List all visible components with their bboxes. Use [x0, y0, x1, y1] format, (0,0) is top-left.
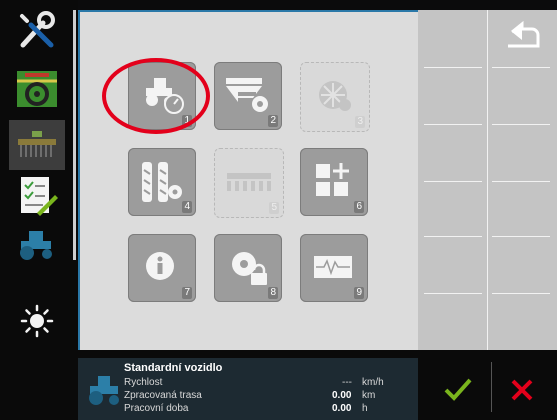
- panel-divider: [424, 124, 482, 125]
- panel-divider: [424, 293, 482, 294]
- cancel-button[interactable]: [504, 372, 540, 408]
- vehicle-info-panel: Standardní vozidlo Rychlost Zpracovaná t…: [78, 358, 418, 420]
- panel-divider: [492, 236, 550, 237]
- brightness-button[interactable]: [9, 296, 65, 346]
- distance-value: 0.00: [332, 390, 352, 401]
- confirm-button[interactable]: [440, 372, 476, 408]
- seeder-implement-icon: [18, 131, 56, 157]
- speed-unit: km/h: [362, 377, 384, 388]
- cross-icon: [511, 379, 533, 401]
- tile-fan-disc: 3: [300, 62, 370, 132]
- work-time-label: Pracovní doba: [124, 403, 189, 414]
- tile-number: 6: [354, 201, 364, 213]
- highlight-circle: [102, 58, 210, 134]
- tile-lock-settings[interactable]: 8: [214, 234, 282, 302]
- action-divider: [491, 362, 492, 412]
- return-arrow-icon: [508, 20, 540, 48]
- panel-divider: [492, 181, 550, 182]
- tile-number: 9: [354, 287, 364, 299]
- speed-label: Rychlost: [124, 377, 163, 388]
- tile-hopper-settings[interactable]: 2: [214, 62, 282, 130]
- tile-number: 3: [355, 116, 365, 128]
- documentation-button[interactable]: [9, 170, 65, 220]
- sidebar-scrollbar[interactable]: [73, 10, 76, 260]
- distance-unit: km: [362, 390, 376, 401]
- wrench-screwdriver-icon: [20, 11, 55, 48]
- tile-number: 8: [268, 287, 278, 299]
- steering-button[interactable]: [9, 64, 65, 114]
- tools-button[interactable]: [9, 6, 65, 56]
- tile-waveform-monitor[interactable]: 9: [300, 234, 368, 302]
- work-time-unit: h: [362, 403, 368, 414]
- panel-divider: [424, 67, 482, 68]
- work-time-value: 0.00: [332, 403, 352, 414]
- checklist-pencil-icon: [21, 177, 58, 216]
- checkmark-icon: [444, 378, 472, 401]
- tile-tramline-settings[interactable]: 4: [128, 148, 196, 216]
- tile-number: 5: [269, 202, 279, 214]
- panel-divider: [424, 181, 482, 182]
- implement-button[interactable]: [9, 120, 65, 170]
- tile-number: 2: [268, 115, 278, 127]
- panel-divider: [492, 67, 550, 68]
- panel-divider: [492, 124, 550, 125]
- panel-divider: [492, 293, 550, 294]
- sun-icon: [20, 304, 54, 338]
- tile-section-rows: 5: [214, 148, 284, 218]
- distance-label: Zpracovaná trasa: [124, 390, 202, 401]
- tile-number: 4: [182, 201, 192, 213]
- back-button[interactable]: [488, 10, 557, 67]
- tractor-icon: [89, 376, 119, 405]
- panel-divider: [424, 236, 482, 237]
- tractor-icon: [20, 231, 52, 260]
- tile-add-grid[interactable]: 6: [300, 148, 368, 216]
- vehicle-name: Standardní vozidlo: [124, 362, 223, 374]
- speed-value: ---: [342, 377, 352, 388]
- tile-number: 7: [182, 287, 192, 299]
- steering-wheel-icon: [17, 71, 57, 107]
- right-panel: [418, 10, 557, 350]
- tile-info[interactable]: 7: [128, 234, 196, 302]
- tractor-button[interactable]: [9, 218, 65, 268]
